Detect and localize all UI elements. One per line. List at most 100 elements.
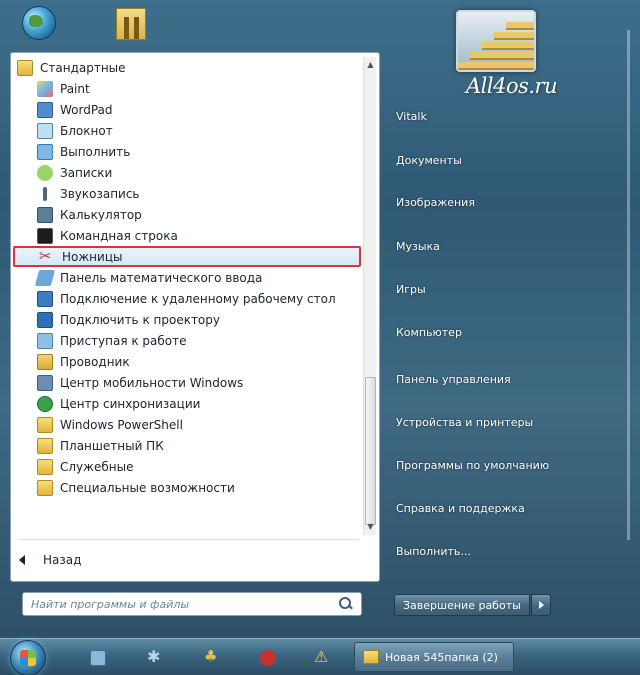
program-label: Paint <box>60 81 90 96</box>
folder-icon <box>37 416 53 433</box>
program-label: Калькулятор <box>60 207 142 222</box>
program-label: Выполнить <box>60 144 131 159</box>
program-label: Подключить к проектору <box>60 312 220 327</box>
cmd-icon <box>37 227 53 244</box>
remote-desktop-icon <box>37 290 53 307</box>
search-box[interactable] <box>22 592 362 616</box>
taskbar-window-label: Новая 545папка (2) <box>385 650 498 664</box>
folder-accessories[interactable]: Стандартные <box>11 57 363 78</box>
program-getting-started[interactable]: Приступая к работе <box>11 330 363 351</box>
back-label: Назад <box>43 553 82 567</box>
program-label: Планшетный ПК <box>60 438 164 453</box>
program-label: Блокнот <box>60 123 113 138</box>
shutdown-button[interactable]: Завершение работы <box>394 594 530 616</box>
notepad-icon <box>37 122 53 139</box>
run-icon <box>37 143 53 160</box>
folder-label: Стандартные <box>40 60 126 75</box>
program-label: Специальные возможности <box>60 480 235 495</box>
back-button[interactable]: Назад <box>19 550 81 570</box>
folder-icon <box>17 59 33 76</box>
scroll-up-arrow-icon[interactable]: ▲ <box>365 59 376 71</box>
taskbar-window-button[interactable]: Новая 545папка (2) <box>354 642 514 672</box>
projector-icon <box>37 311 53 328</box>
paint-icon <box>37 80 53 97</box>
scroll-thumb[interactable] <box>365 377 376 525</box>
programs-list: Стандартные Paint WordPad Блокнот Выполн… <box>11 57 363 498</box>
search-input[interactable] <box>31 597 339 611</box>
divider <box>19 539 359 540</box>
sticky-notes-icon <box>37 164 53 181</box>
calculator-icon <box>37 206 53 223</box>
program-notepad[interactable]: Блокнот <box>11 120 363 141</box>
program-paint[interactable]: Paint <box>11 78 363 99</box>
folder-tablet-pc[interactable]: Планшетный ПК <box>11 435 363 456</box>
program-sync-center[interactable]: Центр синхронизации <box>11 393 363 414</box>
folder-icon <box>37 479 53 496</box>
program-mobility-center[interactable]: Центр мобильности Windows <box>11 372 363 393</box>
program-label: Звукозапись <box>60 186 140 201</box>
taskbar-app-icon[interactable] <box>90 650 106 666</box>
library-icon[interactable] <box>108 2 158 42</box>
folder-icon <box>37 437 53 454</box>
getting-started-icon <box>37 332 53 349</box>
right-item-games[interactable]: Игры <box>396 283 426 296</box>
right-item-default-programs[interactable]: Программы по умолчанию <box>396 459 549 472</box>
program-label: Проводник <box>60 354 130 369</box>
program-label: Приступая к работе <box>60 333 187 348</box>
shutdown-group: Завершение работы <box>394 594 551 616</box>
program-math-input[interactable]: Панель математического ввода <box>11 267 363 288</box>
program-connect-projector[interactable]: Подключить к проектору <box>11 309 363 330</box>
program-label: Записки <box>60 165 113 180</box>
math-input-icon <box>34 269 56 286</box>
program-label: Командная строка <box>60 228 178 243</box>
program-explorer[interactable]: Проводник <box>11 351 363 372</box>
right-item-help-support[interactable]: Справка и поддержка <box>396 502 525 515</box>
program-label: Windows PowerShell <box>60 417 183 432</box>
right-item-documents[interactable]: Документы <box>396 154 462 167</box>
folder-accessibility[interactable]: Специальные возможности <box>11 477 363 498</box>
program-label: Ножницы <box>62 249 123 264</box>
right-item-devices-printers[interactable]: Устройства и принтеры <box>396 416 533 429</box>
program-remote-desktop[interactable]: Подключение к удаленному рабочему стол <box>11 288 363 309</box>
program-label: WordPad <box>60 102 113 117</box>
program-label: Подключение к удаленному рабочему стол <box>60 291 336 306</box>
taskbar-app-icon[interactable] <box>203 647 219 666</box>
programs-scrollbar[interactable]: ▲ ▼ <box>363 57 376 535</box>
right-item-music[interactable]: Музыка <box>396 240 440 253</box>
folder-powershell[interactable]: Windows PowerShell <box>11 414 363 435</box>
right-item-computer[interactable]: Компьютер <box>396 326 462 339</box>
scissors-icon <box>39 247 55 265</box>
program-sticky-notes[interactable]: Записки <box>11 162 363 183</box>
back-arrow-icon <box>19 555 25 565</box>
program-label: Центр синхронизации <box>60 396 201 411</box>
program-label: Служебные <box>60 459 134 474</box>
taskbar-app-icon[interactable] <box>147 647 163 666</box>
taskbar-app-icon[interactable] <box>260 650 276 666</box>
right-item-run[interactable]: Выполнить... <box>396 545 471 558</box>
program-wordpad[interactable]: WordPad <box>11 99 363 120</box>
program-sound-recorder[interactable]: Звукозапись <box>11 183 363 204</box>
sync-center-icon <box>37 395 53 412</box>
scroll-down-arrow-icon[interactable]: ▼ <box>365 521 376 533</box>
program-run[interactable]: Выполнить <box>11 141 363 162</box>
wordpad-icon <box>37 101 53 118</box>
right-item-pictures[interactable]: Изображения <box>396 196 475 209</box>
program-label: Панель математического ввода <box>60 270 263 285</box>
microphone-icon <box>37 186 53 202</box>
program-calculator[interactable]: Калькулятор <box>11 204 363 225</box>
user-avatar[interactable] <box>456 10 536 72</box>
program-snipping-tool[interactable]: Ножницы <box>13 246 361 267</box>
shutdown-options-arrow-icon[interactable] <box>530 594 551 616</box>
program-command-prompt[interactable]: Командная строка <box>11 225 363 246</box>
right-item-user[interactable]: Vitalk <box>396 110 427 123</box>
network-globe-icon[interactable] <box>14 2 64 42</box>
right-item-control-panel[interactable]: Панель управления <box>396 373 511 386</box>
warning-icon[interactable] <box>314 647 330 666</box>
folder-system-tools[interactable]: Служебные <box>11 456 363 477</box>
window-frame-edge <box>627 30 630 540</box>
taskbar: Новая 545папка (2) <box>0 638 640 675</box>
start-menu-programs-pane: Стандартные Paint WordPad Блокнот Выполн… <box>10 52 380 582</box>
start-button[interactable] <box>10 640 46 675</box>
program-label: Центр мобильности Windows <box>60 375 244 390</box>
search-icon[interactable] <box>339 597 353 611</box>
